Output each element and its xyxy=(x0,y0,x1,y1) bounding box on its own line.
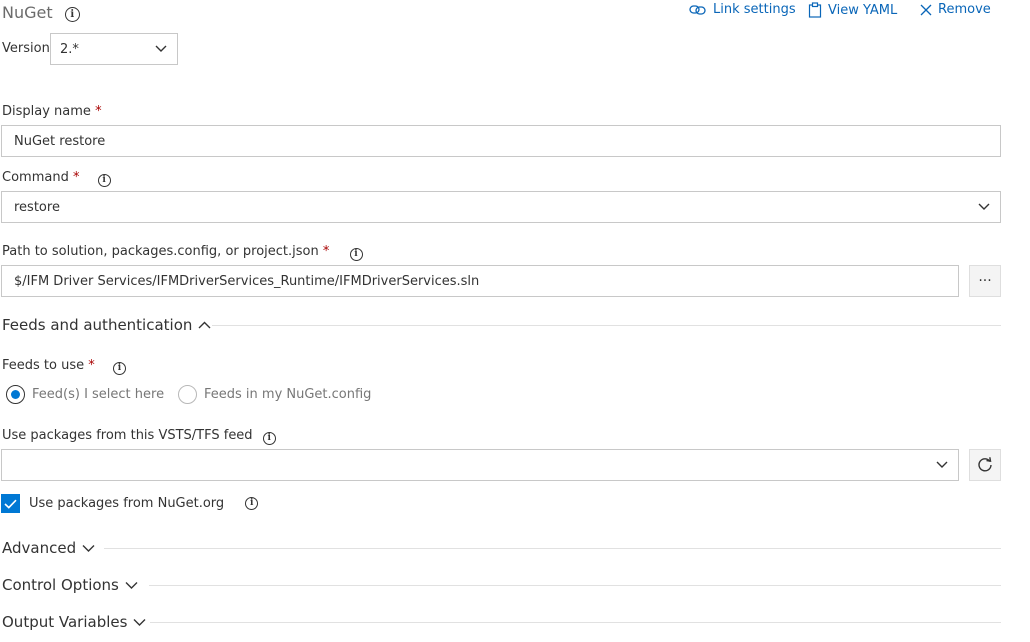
section-divider xyxy=(150,622,1001,623)
output-variables-section-header[interactable]: Output Variables xyxy=(2,613,146,631)
chevron-down-icon xyxy=(82,545,95,552)
nuget-org-checkbox-row[interactable]: Use packages from NuGet.org i xyxy=(1,494,259,513)
required-mark: * xyxy=(322,244,330,259)
version-select[interactable]: 2.* xyxy=(50,33,178,65)
required-mark: * xyxy=(88,358,95,373)
link-settings-label: Link settings xyxy=(713,2,796,17)
feeds-to-use-label-text: Feeds to use xyxy=(2,358,85,373)
link-settings-button[interactable]: Link settings xyxy=(689,2,796,17)
vsts-feed-label: Use packages from this VSTS/TFS feed i xyxy=(2,428,276,445)
nuget-org-checkbox[interactable] xyxy=(1,494,20,513)
browse-button[interactable]: ··· xyxy=(969,265,1001,297)
command-select[interactable]: restore xyxy=(1,191,1001,223)
remove-button[interactable]: Remove xyxy=(920,2,991,17)
radio-button-selected[interactable] xyxy=(6,385,25,404)
task-title: NuGet i xyxy=(2,3,80,22)
version-value: 2.* xyxy=(60,41,79,57)
radio-label: Feed(s) I select here xyxy=(32,387,165,402)
nuget-org-label: Use packages from NuGet.org xyxy=(29,496,225,511)
clipboard-icon xyxy=(808,2,822,18)
radio-feeds-nuget-config[interactable]: Feeds in my NuGet.config xyxy=(178,385,371,404)
display-name-value: NuGet restore xyxy=(14,133,106,149)
info-icon[interactable]: i xyxy=(262,432,276,445)
control-options-section-header[interactable]: Control Options xyxy=(2,576,138,594)
display-name-label: Display name * xyxy=(2,104,102,119)
display-name-label-text: Display name xyxy=(2,104,91,119)
radio-label: Feeds in my NuGet.config xyxy=(204,387,372,402)
advanced-section-title: Advanced xyxy=(2,539,77,557)
chevron-up-icon xyxy=(198,321,211,329)
vsts-feed-label-text: Use packages from this VSTS/TFS feed xyxy=(2,428,253,443)
output-variables-section-title: Output Variables xyxy=(2,613,128,631)
info-icon[interactable]: i xyxy=(97,174,111,187)
vsts-feed-select[interactable] xyxy=(1,449,959,481)
chevron-down-icon xyxy=(125,582,138,589)
path-label: Path to solution, packages.config, or pr… xyxy=(2,244,363,261)
radio-feeds-select-here[interactable]: Feed(s) I select here xyxy=(6,385,164,404)
info-icon[interactable]: i xyxy=(112,362,126,375)
chevron-down-icon xyxy=(155,45,167,52)
advanced-section-header[interactable]: Advanced xyxy=(2,539,95,557)
link-icon xyxy=(689,4,706,15)
view-yaml-label: View YAML xyxy=(828,2,898,18)
command-value: restore xyxy=(14,199,60,215)
feeds-section-header[interactable]: Feeds and authentication xyxy=(2,316,211,334)
control-options-section-title: Control Options xyxy=(2,576,119,594)
required-mark: * xyxy=(95,104,102,119)
chevron-down-icon xyxy=(133,619,146,626)
section-divider xyxy=(212,325,1001,326)
refresh-button[interactable] xyxy=(969,449,1001,481)
task-title-text: NuGet xyxy=(2,3,53,22)
chevron-down-icon xyxy=(978,203,990,210)
close-icon xyxy=(920,4,932,15)
display-name-input[interactable]: NuGet restore xyxy=(1,125,1001,157)
section-divider xyxy=(149,585,1001,586)
checkmark-icon xyxy=(4,499,17,509)
radio-button-unselected[interactable] xyxy=(178,385,197,404)
version-label: Version xyxy=(2,41,50,56)
path-label-text: Path to solution, packages.config, or pr… xyxy=(2,244,319,259)
command-label: Command * i xyxy=(2,170,111,187)
view-yaml-button[interactable]: View YAML xyxy=(808,2,897,18)
feeds-section-title: Feeds and authentication xyxy=(2,316,193,334)
section-divider xyxy=(104,548,1001,549)
path-value: $/IFM Driver Services/IFMDriverServices_… xyxy=(14,273,480,289)
ellipsis-icon: ··· xyxy=(978,273,992,289)
info-icon[interactable]: i xyxy=(349,248,363,261)
remove-label: Remove xyxy=(938,2,991,17)
command-label-text: Command xyxy=(2,170,69,185)
refresh-icon xyxy=(978,457,992,472)
required-mark: * xyxy=(72,170,80,185)
info-icon[interactable]: i xyxy=(64,7,80,22)
path-input[interactable]: $/IFM Driver Services/IFMDriverServices_… xyxy=(1,265,959,297)
feeds-to-use-label: Feeds to use * i xyxy=(2,358,126,375)
info-icon[interactable]: i xyxy=(245,497,259,510)
chevron-down-icon xyxy=(936,461,948,468)
